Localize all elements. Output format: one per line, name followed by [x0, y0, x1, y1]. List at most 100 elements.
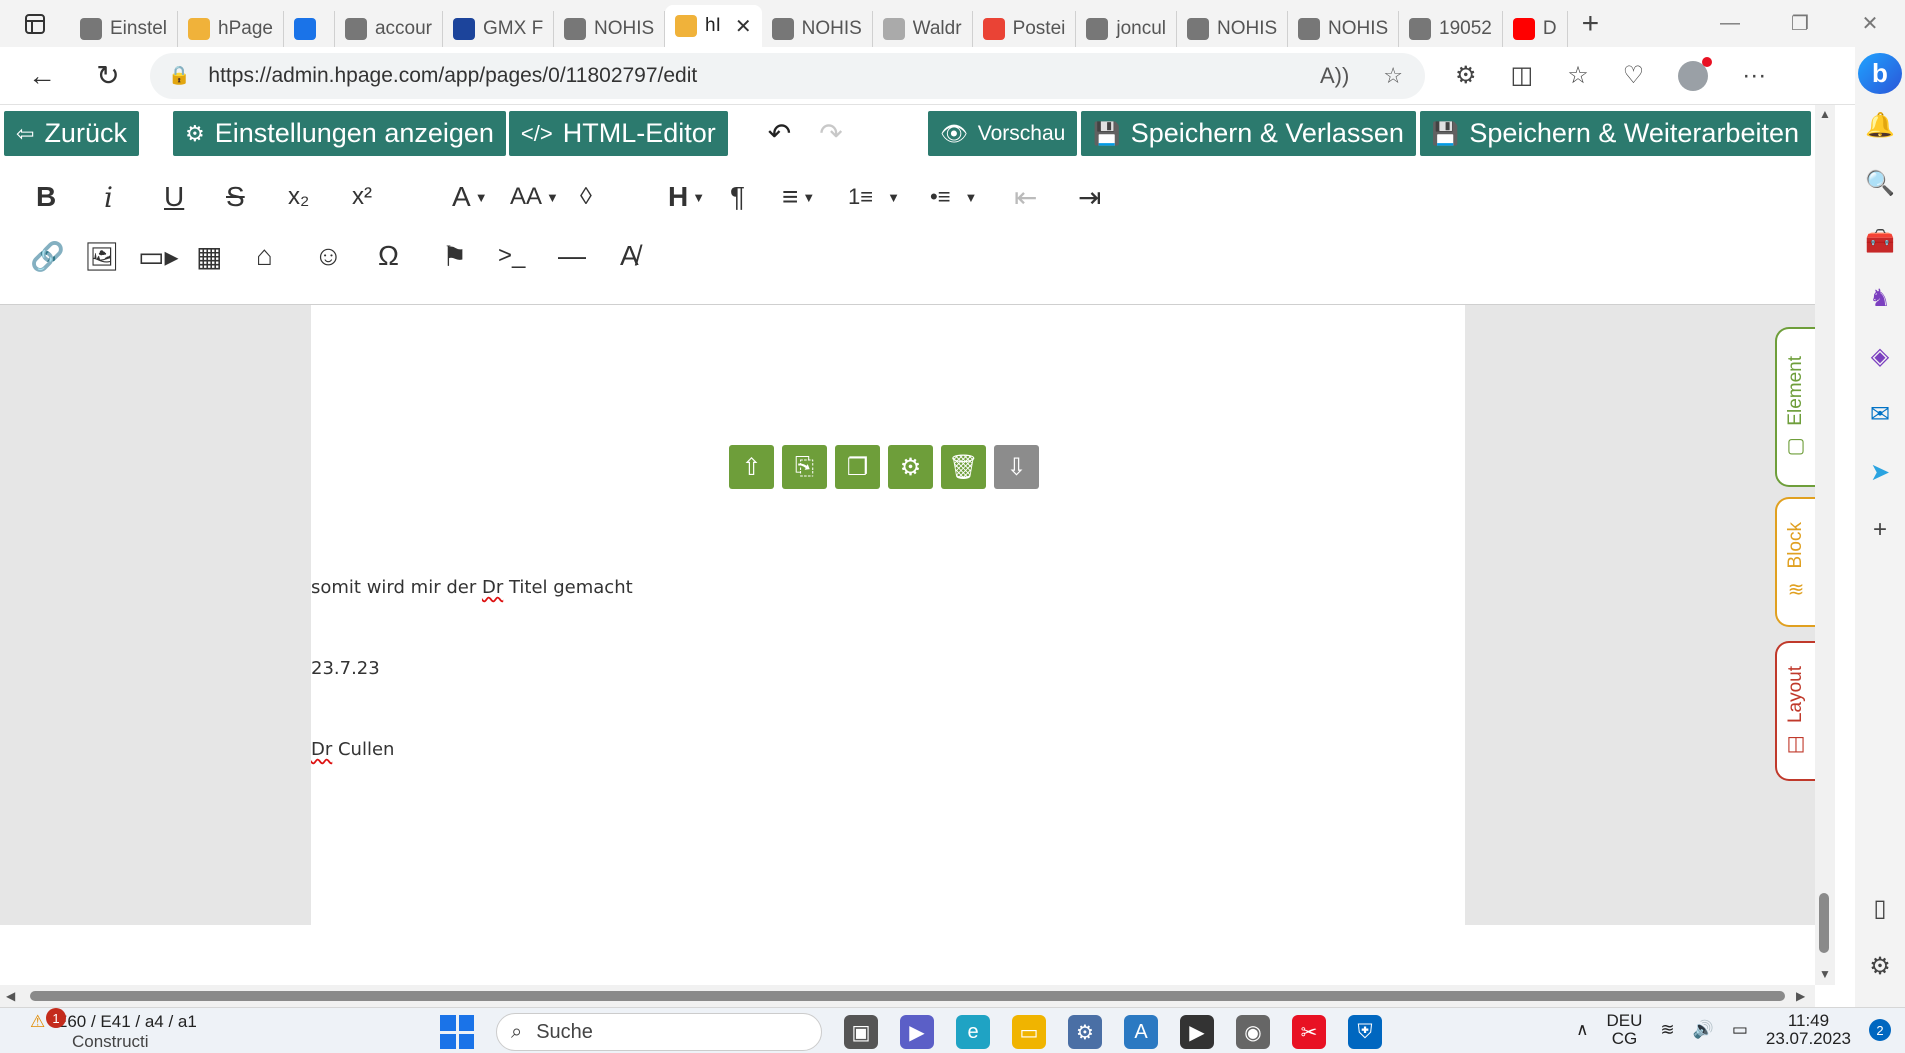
start-button[interactable]	[440, 1015, 474, 1049]
favorite-star-icon[interactable]: ☆	[1383, 63, 1403, 89]
browser-tab[interactable]: GMX F	[443, 11, 555, 47]
browser-tab[interactable]: 19052	[1399, 11, 1503, 47]
text-line-1[interactable]: somit wird mir der Dr Titel gemacht	[311, 577, 633, 598]
browser-tab[interactable]: joncul	[1076, 11, 1178, 47]
split-screen-icon[interactable]: ◫	[1511, 61, 1534, 90]
settings-icon[interactable]: ⚙	[888, 445, 933, 489]
text-color-icon[interactable]: ◊	[580, 177, 592, 217]
show-settings-button[interactable]: ⚙ Einstellungen anzeigen	[172, 111, 506, 156]
clear-format-icon[interactable]: A̸	[620, 236, 639, 276]
flag-icon[interactable]: ⚑	[442, 236, 467, 276]
browser-tab[interactable]: Einstel	[70, 11, 179, 47]
browser-tab[interactable]: NOHIS	[1288, 11, 1400, 47]
back-button[interactable]: ⇦ Zurück	[4, 111, 139, 156]
image-icon[interactable]: 🖼	[84, 236, 120, 276]
edge-icon[interactable]: e	[956, 1015, 990, 1049]
subscript-button[interactable]: x₂	[288, 177, 309, 217]
teams-icon[interactable]: ▶	[900, 1015, 934, 1049]
favorites-icon[interactable]: ☆	[1567, 61, 1589, 90]
unordered-list-dropdown[interactable]: •≡ ▼	[930, 177, 977, 217]
outlook-icon[interactable]: ✉	[1862, 398, 1898, 432]
microsoft365-icon[interactable]: ◈	[1862, 340, 1898, 374]
emoji-icon[interactable]: ☺	[314, 236, 343, 276]
tab-actions-icon[interactable]	[0, 0, 70, 47]
clock[interactable]: 11:49 23.07.2023	[1766, 1012, 1851, 1048]
extensions-icon[interactable]: ⚙	[1455, 61, 1477, 90]
scroll-left-icon[interactable]: ◀	[6, 989, 15, 1003]
browser-tab[interactable]: hPage	[178, 11, 284, 47]
page-content[interactable]: ⇧ ⎘ ❐ ⚙ 🗑 ⇩ somit wird mir der Dr Titel …	[311, 305, 1465, 925]
vertical-scroll-thumb[interactable]	[1819, 893, 1829, 953]
text-line-2[interactable]: 23.7.23	[311, 658, 380, 679]
video-icon[interactable]: ▭▸	[138, 236, 179, 276]
read-aloud-icon[interactable]: A))	[1320, 63, 1349, 89]
preview-button[interactable]: 👁 Vorschau	[927, 111, 1078, 156]
browser-tab[interactable]: Postei	[973, 11, 1077, 47]
notification-badge[interactable]: 2	[1869, 1019, 1891, 1041]
strikethrough-button[interactable]: S	[226, 177, 245, 217]
browser-tab[interactable]: D	[1503, 11, 1568, 47]
site-info-icon[interactable]: 🔒	[168, 65, 190, 86]
reload-icon[interactable]: ↻	[86, 54, 130, 98]
table-icon[interactable]: ▦	[196, 236, 222, 276]
html-editor-button[interactable]: </> HTML-Editor	[508, 111, 728, 156]
block-panel-tab[interactable]: Block ≋	[1775, 497, 1815, 627]
bold-button[interactable]: B	[36, 177, 56, 217]
chevron-up-icon[interactable]: ∧	[1576, 1020, 1588, 1040]
notifications-bell-icon[interactable]: 🔔	[1862, 108, 1898, 142]
task-view-icon[interactable]: ▣	[844, 1015, 878, 1049]
battery-icon[interactable]: ▭	[1732, 1020, 1748, 1040]
browser-tab[interactable]: NOHIS	[1177, 11, 1289, 47]
scroll-right-icon[interactable]: ▶	[1796, 989, 1805, 1003]
media-player-icon[interactable]: ▶	[1180, 1015, 1214, 1049]
new-tab-button[interactable]: +	[1582, 7, 1600, 41]
copy-icon[interactable]: ❐	[835, 445, 880, 489]
italic-button[interactable]: i	[104, 177, 113, 217]
link-icon[interactable]: 🔗	[30, 236, 65, 276]
layout-panel-tab[interactable]: Layout ◫	[1775, 641, 1815, 781]
heading-dropdown[interactable]: H ▼	[668, 177, 705, 217]
file-explorer-icon[interactable]: ▭	[1012, 1015, 1046, 1049]
scroll-up-icon[interactable]: ▲	[1819, 107, 1831, 121]
minimize-icon[interactable]: —	[1695, 0, 1765, 47]
browser-tab[interactable]: NOHIS	[762, 11, 873, 47]
special-char-button[interactable]: Ω	[378, 236, 399, 276]
align-dropdown[interactable]: ≡ ▼	[782, 177, 815, 217]
browser-tab[interactable]: NOHIS	[554, 11, 666, 47]
element-panel-tab[interactable]: Element ▢	[1775, 327, 1815, 487]
move-up-icon[interactable]: ⇧	[729, 445, 774, 489]
browser-tab[interactable]: accour	[335, 11, 444, 47]
vertical-scrollbar[interactable]: ▲ ▼	[1815, 105, 1835, 985]
add-sidebar-app-icon[interactable]: +	[1862, 513, 1898, 547]
taskbar-search[interactable]: ⌕ Suche	[496, 1013, 822, 1051]
redo-icon[interactable]: ↷	[819, 117, 842, 150]
undo-icon[interactable]: ↶	[768, 117, 791, 150]
defender-icon[interactable]: ⛨	[1348, 1015, 1382, 1049]
hide-sidebar-icon[interactable]: ▯	[1862, 891, 1898, 925]
indent-button[interactable]: ⇥	[1078, 177, 1101, 217]
close-tab-icon[interactable]: ✕	[735, 14, 752, 39]
copilot-icon[interactable]: b	[1858, 53, 1902, 95]
export-icon[interactable]: ⎘	[782, 445, 827, 489]
maximize-icon[interactable]: ❐	[1765, 0, 1835, 47]
sidebar-settings-icon[interactable]: ⚙	[1862, 949, 1898, 983]
wifi-icon[interactable]: ≋	[1660, 1020, 1674, 1040]
horizontal-scroll-thumb[interactable]	[30, 991, 1785, 1001]
font-size-dropdown[interactable]: AA ▼	[510, 177, 559, 217]
superscript-button[interactable]: x²	[352, 177, 372, 217]
horizontal-scrollbar[interactable]: ◀ ▶	[0, 985, 1815, 1007]
code-block-button[interactable]: >_	[498, 236, 525, 276]
outdent-button[interactable]: ⇤	[1014, 177, 1037, 217]
url-field[interactable]: 🔒 https://admin.hpage.com/app/pages/0/11…	[150, 52, 1425, 99]
tools-icon[interactable]: 🧰	[1862, 224, 1898, 258]
more-menu-icon[interactable]: ···	[1742, 62, 1766, 90]
horizontal-line-button[interactable]: —	[558, 236, 586, 276]
camera-icon[interactable]: ◉	[1236, 1015, 1270, 1049]
close-window-icon[interactable]: ✕	[1835, 0, 1905, 47]
delete-icon[interactable]: 🗑	[941, 445, 986, 489]
settings-icon[interactable]: ⚙	[1068, 1015, 1102, 1049]
save-exit-button[interactable]: 💾 Speichern & Verlassen	[1081, 111, 1416, 156]
app-icon[interactable]: A	[1124, 1015, 1158, 1049]
paragraph-button[interactable]: ¶	[730, 177, 745, 217]
games-icon[interactable]: ♞	[1862, 282, 1898, 316]
